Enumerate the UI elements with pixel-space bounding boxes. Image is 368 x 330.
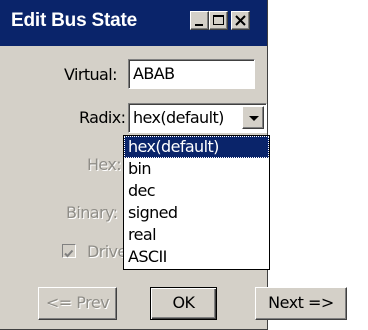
chevron-down-icon[interactable] [242,106,264,129]
radix-option[interactable]: real [124,224,269,246]
minimize-button[interactable] [190,11,209,30]
hex-label: Hex: [87,155,122,174]
check-icon [64,249,74,258]
binary-label: Binary: [66,203,118,222]
radix-option[interactable]: signed [124,202,269,224]
drive-label: Drive [87,242,127,261]
title-bar[interactable]: Edit Bus State [0,0,267,46]
radix-option[interactable]: bin [124,158,269,180]
drive-checkbox[interactable] [62,244,76,258]
radix-option[interactable]: ASCII [124,246,269,268]
radix-selected-value: hex(default) [133,108,224,127]
window-title: Edit Bus State [11,10,137,31]
radix-select[interactable]: hex(default) [128,103,267,133]
radix-dropdown-list[interactable]: hex(default) bin dec signed real ASCII [123,135,270,270]
virtual-input[interactable]: ABAB [128,59,255,89]
radix-label: Radix: [79,108,126,127]
next-button[interactable]: Next => [255,287,347,320]
radix-option[interactable]: dec [124,180,269,202]
prev-button[interactable]: <= Prev [38,287,117,320]
radix-option[interactable]: hex(default) [124,136,269,158]
close-button[interactable] [231,11,250,30]
maximize-icon [213,15,224,25]
virtual-label: Virtual: [64,65,117,84]
maximize-button[interactable] [209,11,228,30]
close-icon [235,15,246,26]
minimize-icon [195,24,203,26]
ok-button[interactable]: OK [150,287,217,320]
